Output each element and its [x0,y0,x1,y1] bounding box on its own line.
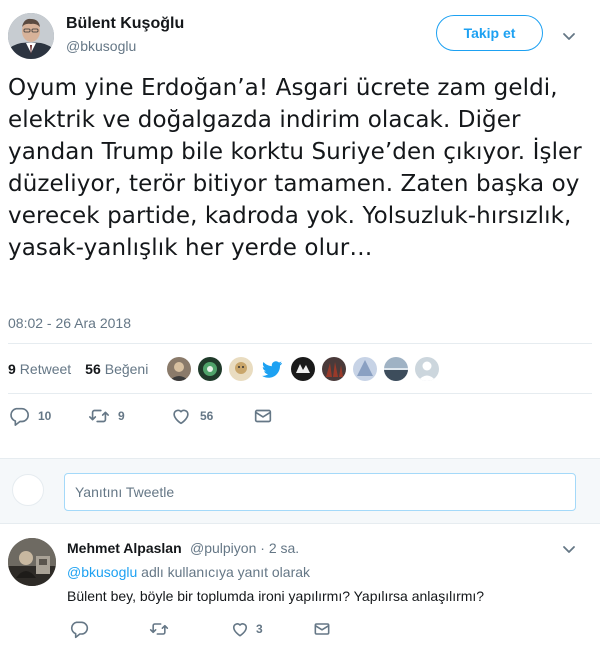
tweet-text: Oyum yine Erdoğan’a! Asgari ücrete zam g… [8,75,582,261]
chevron-down-icon[interactable] [559,26,579,46]
reply-meta: @pulpiyon · 2 sa. [190,540,299,556]
tweet-stats: 9 Retweet 56 Beğeni [8,361,162,377]
liker-avatar[interactable] [198,357,222,381]
current-user-avatar [12,474,44,506]
reply-author-avatar[interactable] [8,538,56,586]
heart-icon [173,409,189,425]
reply-text: Bülent bey, böyle bir toplumda ironi yap… [67,588,485,604]
reply-composer: Yanıtını Tweetle [0,458,600,524]
retweet-action-count: 9 [118,409,125,423]
reply-time[interactable]: · 2 sa. [260,540,299,556]
reply-like-action[interactable]: 3 [230,619,263,639]
heart-icon [232,623,248,637]
retweet-action[interactable]: 9 [88,405,125,427]
likers-list [167,357,446,381]
reply-icon [10,407,29,426]
retweet-icon [149,623,169,635]
replying-to: @bkusoglu adlı kullanıcıya yanıt olarak [67,564,310,580]
chevron-down-icon[interactable] [559,539,579,559]
author-handle[interactable]: @bkusoglu [66,38,136,54]
like-label[interactable]: Beğeni [105,361,149,377]
like-action[interactable]: 56 [170,405,213,427]
liker-avatar[interactable] [384,357,408,381]
reply-icon [70,621,89,639]
reply-author-handle[interactable]: @pulpiyon [190,540,256,556]
retweet-count[interactable]: 9 [8,361,16,377]
envelope-icon [254,409,272,423]
author-avatar[interactable] [8,13,54,59]
divider [8,393,592,394]
reply-count: 10 [38,409,52,423]
retweet-icon [89,409,109,423]
like-count[interactable]: 56 [85,361,101,377]
liker-avatar[interactable] [291,357,315,381]
reply-actions: 3 [67,619,547,639]
author-name[interactable]: Bülent Kuşoğlu [66,15,184,33]
tweet-timestamp[interactable]: 08:02 - 26 Ara 2018 [8,315,131,331]
liker-avatar[interactable] [167,357,191,381]
main-tweet: Bülent Kuşoğlu @bkusoglu Takip et Oyum y… [0,0,600,448]
like-action-count: 56 [200,409,214,423]
reply-like-count: 3 [256,622,263,636]
reply-retweet-action[interactable] [149,619,175,639]
reply-action[interactable]: 10 [8,405,51,427]
retweet-label[interactable]: Retweet [20,361,71,377]
liker-avatar[interactable] [229,357,253,381]
reply-tweet[interactable]: Mehmet Alpaslan @pulpiyon · 2 sa. @bkuso… [0,525,600,646]
twitter-bird-icon[interactable] [260,357,284,381]
envelope-icon [314,623,330,635]
replying-to-text: adlı kullanıcıya yanıt olarak [141,564,311,580]
default-avatar-icon[interactable] [415,357,439,381]
liker-avatar[interactable] [353,357,377,381]
reply-input[interactable]: Yanıtını Tweetle [64,473,576,511]
follow-button[interactable]: Takip et [436,15,543,51]
reply-message-action[interactable] [312,619,332,639]
reply-reply-action[interactable] [69,619,95,639]
replying-to-handle[interactable]: @bkusoglu [67,564,137,580]
divider [8,343,592,344]
reply-author-name[interactable]: Mehmet Alpaslan [67,540,182,556]
message-action[interactable] [252,405,274,427]
liker-avatar[interactable] [322,357,346,381]
